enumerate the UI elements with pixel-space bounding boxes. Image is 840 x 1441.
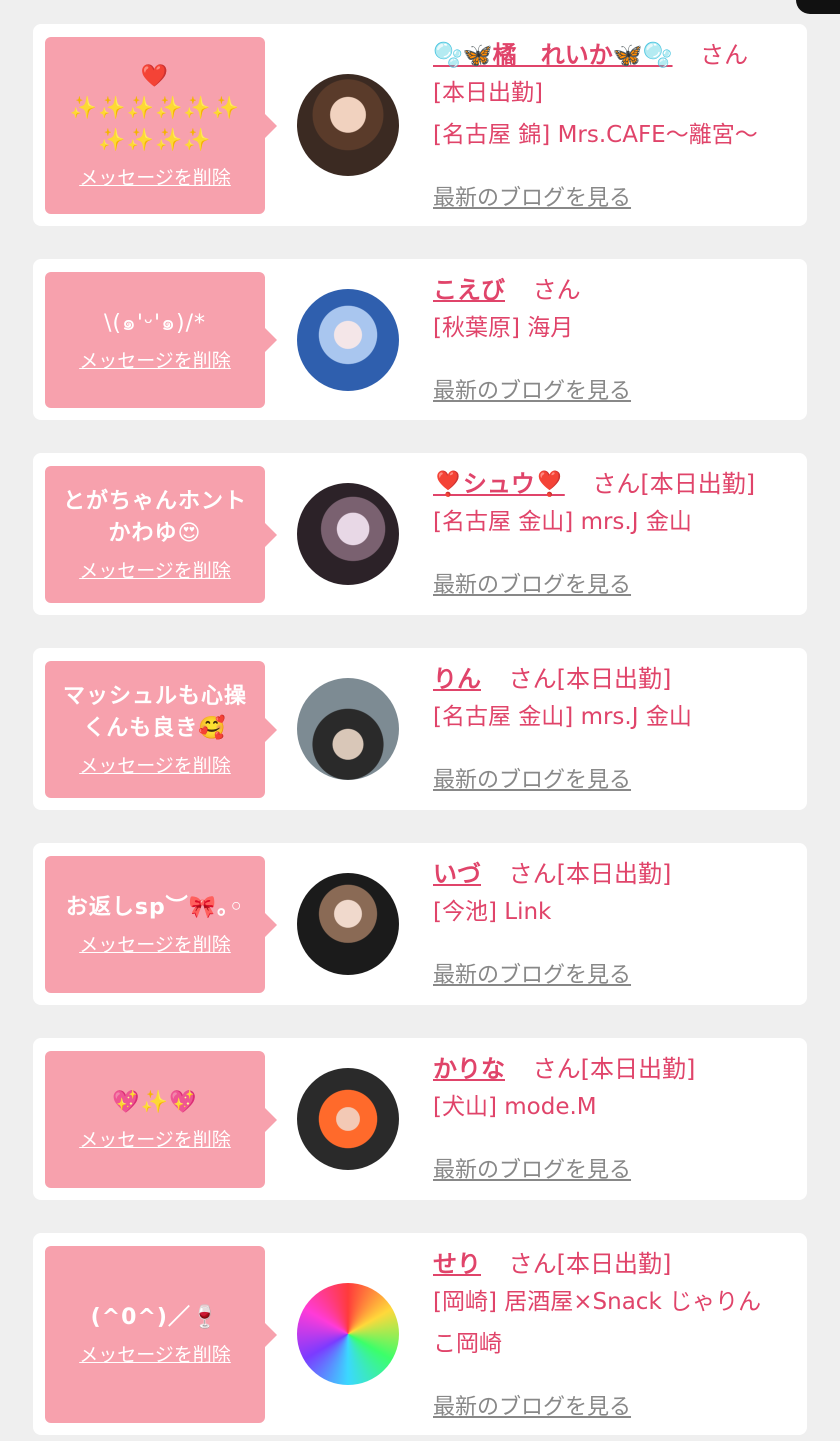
- honorific: さん: [508, 1250, 557, 1278]
- shop-text: [秋葉原] 海月: [433, 315, 574, 341]
- message-bubble: とがちゃんホント かわゆ😍 メッセージを削除: [45, 466, 277, 603]
- message-card: 💖✨💖 メッセージを削除 かりな さん[本日出勤] [犬山] mode.M 最新…: [33, 1038, 807, 1200]
- card-info: 🫧🦋橘 れいか🦋🫧 さん [本日出勤] [名古屋 錦] Mrs.CAFE〜離宮〜…: [433, 38, 803, 211]
- attendance-text: [本日出勤]: [433, 80, 543, 106]
- message-bubble: ❤️ ✨✨✨✨✨✨ ✨✨✨✨ メッセージを削除: [45, 37, 277, 214]
- message-text: \(๑'ᵕ'๑)/*: [103, 310, 207, 336]
- delete-message-link[interactable]: メッセージを削除: [79, 1125, 231, 1152]
- message-bubble: (^0^)／🍷 メッセージを削除: [45, 1246, 277, 1423]
- latest-blog-link[interactable]: 最新のブログを見る: [433, 762, 631, 794]
- delete-message-link[interactable]: メッセージを削除: [79, 751, 231, 778]
- honorific: さん: [532, 276, 581, 304]
- message-card: お返しsp︶🎀｡◦ メッセージを削除 いづ さん[本日出勤] [今池] Link…: [33, 843, 807, 1005]
- card-info: かりな さん[本日出勤] [犬山] mode.M 最新のブログを見る: [433, 1052, 803, 1183]
- avatar[interactable]: [297, 873, 399, 975]
- user-name-link[interactable]: いづ: [433, 860, 481, 888]
- avatar[interactable]: [297, 289, 399, 391]
- message-card: \(๑'ᵕ'๑)/* メッセージを削除 こえび さん [秋葉原] 海月 最新のブ…: [33, 259, 807, 420]
- card-info: こえび さん [秋葉原] 海月 最新のブログを見る: [433, 273, 803, 404]
- user-name-link[interactable]: かりな: [433, 1055, 505, 1083]
- delete-message-link[interactable]: メッセージを削除: [79, 1340, 231, 1367]
- message-bubble: マッシュルも心操 くんも良き🥰 メッセージを削除: [45, 661, 277, 798]
- latest-blog-link[interactable]: 最新のブログを見る: [433, 373, 631, 405]
- latest-blog-link[interactable]: 最新のブログを見る: [433, 180, 631, 212]
- avatar[interactable]: [297, 678, 399, 780]
- message-text: お返しsp︶🎀｡◦: [65, 895, 245, 920]
- user-name-link[interactable]: ❣️シュウ❣️: [433, 470, 565, 498]
- attendance-badge: [本日出勤]: [556, 860, 672, 888]
- card-info: ❣️シュウ❣️ さん[本日出勤] [名古屋 金山] mrs.J 金山 最新のブロ…: [433, 467, 803, 598]
- message-bubble: \(๑'ᵕ'๑)/* メッセージを削除: [45, 272, 277, 408]
- avatar[interactable]: [297, 483, 399, 585]
- message-bubble: 💖✨💖 メッセージを削除: [45, 1051, 277, 1188]
- message-card: マッシュルも心操 くんも良き🥰 メッセージを削除 りん さん[本日出勤] [名古…: [33, 648, 807, 810]
- card-info: いづ さん[本日出勤] [今池] Link 最新のブログを見る: [433, 857, 803, 988]
- latest-blog-link[interactable]: 最新のブログを見る: [433, 1152, 631, 1184]
- latest-blog-link[interactable]: 最新のブログを見る: [433, 1389, 631, 1421]
- delete-message-link[interactable]: メッセージを削除: [79, 346, 231, 373]
- message-text: (^0^)／🍷: [90, 1305, 220, 1330]
- card-info: せり さん[本日出勤] [岡崎] 居酒屋×Snack じゃりん こ岡崎 最新のブ…: [433, 1247, 803, 1420]
- user-name-link[interactable]: せり: [433, 1250, 481, 1278]
- latest-blog-link[interactable]: 最新のブログを見る: [433, 957, 631, 989]
- honorific: さん: [532, 1055, 581, 1083]
- message-card: (^0^)／🍷 メッセージを削除 せり さん[本日出勤] [岡崎] 居酒屋×Sn…: [33, 1233, 807, 1435]
- card-info: りん さん[本日出勤] [名古屋 金山] mrs.J 金山 最新のブログを見る: [433, 662, 803, 793]
- message-card: ❤️ ✨✨✨✨✨✨ ✨✨✨✨ メッセージを削除 🫧🦋橘 れいか🦋🫧 さん [本日…: [33, 24, 807, 226]
- delete-message-link[interactable]: メッセージを削除: [79, 163, 231, 190]
- avatar[interactable]: [297, 1068, 399, 1170]
- shop-text: [犬山] mode.M: [433, 1094, 597, 1120]
- attendance-badge: [本日出勤]: [556, 665, 672, 693]
- shop-text: [名古屋 錦] Mrs.CAFE〜離宮〜: [433, 122, 758, 148]
- latest-blog-link[interactable]: 最新のブログを見る: [433, 567, 631, 599]
- shop-text: [名古屋 金山] mrs.J 金山: [433, 704, 692, 730]
- message-text: 💖✨💖: [112, 1090, 198, 1115]
- delete-message-link[interactable]: メッセージを削除: [79, 930, 231, 957]
- message-text: とがちゃんホント かわゆ😍: [62, 489, 247, 546]
- honorific: さん: [700, 41, 749, 69]
- avatar[interactable]: [297, 1283, 399, 1385]
- message-card: とがちゃんホント かわゆ😍 メッセージを削除 ❣️シュウ❣️ さん[本日出勤] …: [33, 453, 807, 615]
- shop-text: [岡崎] 居酒屋×Snack じゃりん: [433, 1289, 762, 1315]
- user-name-link[interactable]: りん: [433, 665, 481, 693]
- status-corner: [796, 0, 840, 14]
- attendance-badge: [本日出勤]: [556, 1250, 672, 1278]
- message-text: ❤️ ✨✨✨✨✨✨ ✨✨✨✨: [69, 64, 241, 153]
- shop-text: [名古屋 金山] mrs.J 金山: [433, 509, 692, 535]
- honorific: さん: [592, 470, 641, 498]
- user-name-link[interactable]: こえび: [433, 276, 505, 304]
- delete-message-link[interactable]: メッセージを削除: [79, 556, 231, 583]
- user-name-link[interactable]: 🫧🦋橘 れいか🦋🫧: [433, 41, 673, 69]
- shop-text: [今池] Link: [433, 899, 552, 925]
- honorific: さん: [508, 665, 557, 693]
- shop-text-continued: こ岡崎: [433, 1331, 502, 1357]
- message-bubble: お返しsp︶🎀｡◦ メッセージを削除: [45, 856, 277, 993]
- attendance-badge: [本日出勤]: [640, 470, 756, 498]
- honorific: さん: [508, 860, 557, 888]
- avatar[interactable]: [297, 74, 399, 176]
- message-text: マッシュルも心操 くんも良き🥰: [62, 684, 247, 741]
- attendance-badge: [本日出勤]: [580, 1055, 696, 1083]
